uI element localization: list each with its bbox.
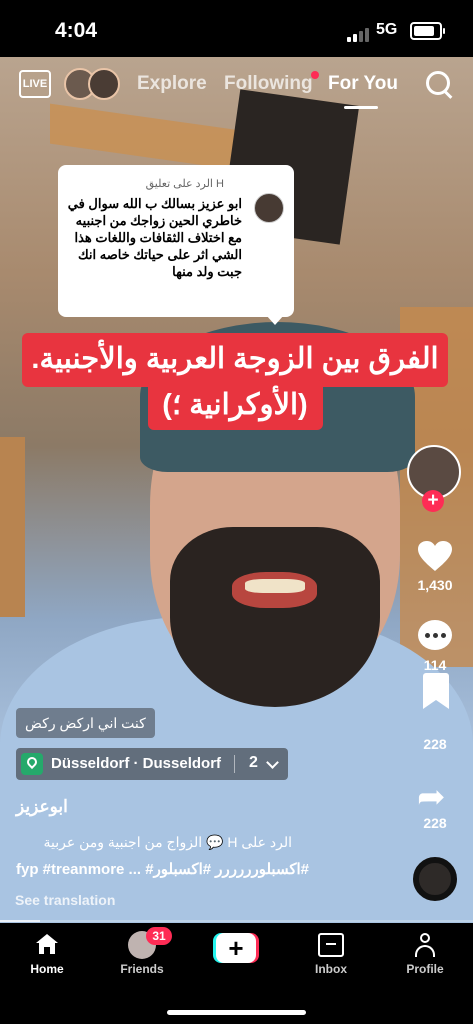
avatar <box>88 68 120 100</box>
nav-inbox-label: Inbox <box>315 962 347 976</box>
location-tag[interactable]: Düsseldorf · Dusseldorf 2 <box>16 748 288 780</box>
text-banner: الفرق بين الزوجة العربية والأجنبية. (الأ… <box>22 336 448 428</box>
divider <box>234 755 235 773</box>
live-button[interactable]: LIVE <box>19 70 51 98</box>
background-shelf <box>50 103 240 171</box>
tab-explore[interactable]: Explore <box>137 73 207 95</box>
tab-for-you[interactable]: For You <box>328 73 398 95</box>
like-count: 1,430 <box>417 577 453 593</box>
create-button[interactable]: + <box>213 933 259 963</box>
top-navigation: LIVE Explore Following For You <box>0 60 473 110</box>
banner-line-2: (الأوكرانية ؛) <box>162 389 308 421</box>
nav-friends-label: Friends <box>120 962 164 976</box>
signal-icon <box>347 24 371 42</box>
reply-card-text: ابو عزيز بسالك ب الله سوال في خاطري الحي… <box>67 196 242 279</box>
music-disc-icon[interactable] <box>413 857 457 901</box>
active-tab-indicator <box>344 106 378 109</box>
home-indicator <box>167 1010 306 1015</box>
share-icon[interactable]: ➦ <box>417 780 446 814</box>
heart-icon[interactable] <box>417 540 453 572</box>
video-progress-bar[interactable] <box>0 920 473 922</box>
network-label: 5G <box>376 21 398 38</box>
profile-icon <box>415 933 435 957</box>
banner-line-1: الفرق بين الزوجة العربية والأجنبية. <box>31 343 439 375</box>
caption-hashtags[interactable]: fyp #treanmore ... #اكسبلورررررر #اكسبلو… <box>16 860 356 878</box>
avatar <box>254 193 284 223</box>
inbox-icon <box>318 933 344 957</box>
person-teeth <box>245 579 305 593</box>
caption-chip: كنت اني اركض ركض <box>16 708 155 738</box>
see-translation-link[interactable]: See translation <box>15 892 115 908</box>
search-icon[interactable] <box>426 71 450 95</box>
location-pin-icon <box>21 753 43 775</box>
following-avatars[interactable] <box>62 68 122 100</box>
person-beard <box>170 527 380 707</box>
share-count: 228 <box>423 815 447 831</box>
reply-comment-card[interactable]: الرد على تعليق H ابو عزيز بسالك ب الله س… <box>58 165 294 325</box>
follow-button[interactable]: + <box>422 490 444 512</box>
home-icon <box>36 934 58 954</box>
bookmark-icon[interactable] <box>423 673 449 709</box>
plus-icon: + <box>216 933 256 963</box>
tab-following[interactable]: Following <box>224 73 313 95</box>
status-bar: 4:04 5G <box>0 0 473 57</box>
username[interactable]: ابوعزيز <box>16 797 68 817</box>
location-count: 2 <box>249 754 258 771</box>
battery-icon <box>410 22 445 40</box>
comment-icon[interactable] <box>418 620 452 650</box>
location-name: Düsseldorf · Dusseldorf <box>51 755 222 772</box>
caption-line-1: الرد على H 💬 الزواج من اجنبية ومن عربية <box>43 834 292 850</box>
status-time: 4:04 <box>55 19 98 42</box>
notification-dot <box>311 71 319 79</box>
friends-badge: 31 <box>146 927 172 945</box>
nav-home-label: Home <box>30 962 64 976</box>
comment-count: 114 <box>423 657 447 673</box>
nav-profile-label: Profile <box>406 962 444 976</box>
background-cabinet-left <box>0 437 25 617</box>
reply-card-header: الرد على تعليق H <box>145 178 224 190</box>
bottom-navigation: Home 31 Friends + Inbox Profile <box>0 923 473 1024</box>
save-count: 228 <box>423 736 447 752</box>
chevron-down-icon <box>266 756 279 769</box>
